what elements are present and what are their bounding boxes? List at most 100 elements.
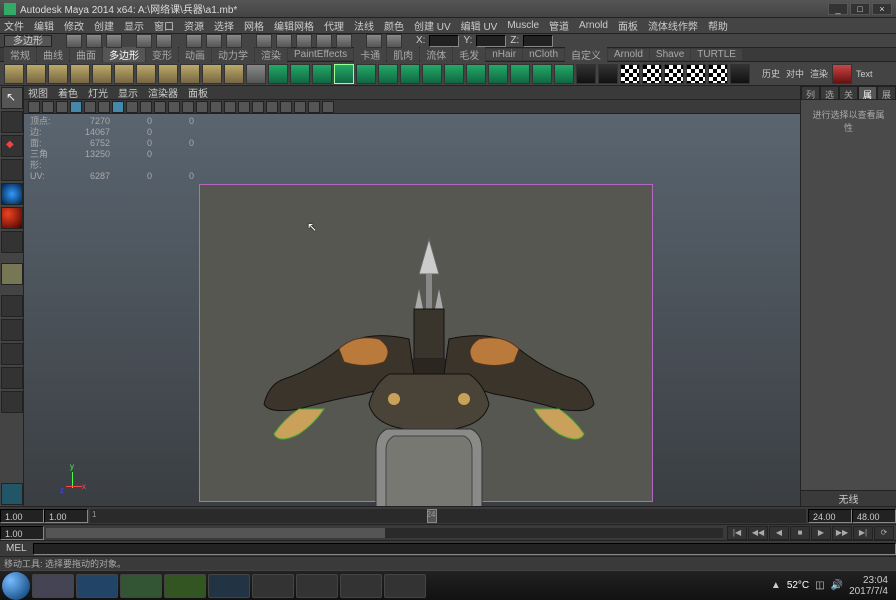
- layout-single-icon[interactable]: [1, 295, 23, 317]
- shelf-tab-pfx[interactable]: PaintEffects: [288, 49, 353, 60]
- vp-safe-icon[interactable]: [98, 101, 110, 113]
- shelf-tab-dyn[interactable]: 动力学: [212, 47, 254, 62]
- poly-separate-icon[interactable]: [290, 64, 310, 84]
- vp-menu-panels[interactable]: 面板: [188, 85, 208, 100]
- minimize-button[interactable]: _: [828, 3, 848, 15]
- poly-pipe-icon[interactable]: [180, 64, 200, 84]
- shelf-tab-nhair[interactable]: nHair: [486, 49, 522, 60]
- vp-cam-icon[interactable]: [28, 101, 40, 113]
- status-undo-icon[interactable]: [136, 34, 152, 48]
- layout-two-icon[interactable]: [1, 343, 23, 365]
- vp-menu-view[interactable]: 视图: [28, 85, 48, 100]
- menu-pipe[interactable]: 管道: [549, 18, 569, 33]
- menu-arnold[interactable]: Arnold: [579, 20, 608, 31]
- command-input[interactable]: [33, 543, 896, 555]
- status-redo-icon[interactable]: [156, 34, 172, 48]
- vp-iso-icon[interactable]: [224, 101, 236, 113]
- shelf-tab-arnold[interactable]: Arnold: [608, 49, 649, 60]
- vp-xray-icon[interactable]: [210, 101, 222, 113]
- poly-split-icon[interactable]: [444, 64, 464, 84]
- status-render-icon[interactable]: [366, 34, 382, 48]
- shelf-tab-anim[interactable]: 动画: [179, 47, 211, 62]
- range-bar[interactable]: [46, 528, 385, 538]
- poly-prism-icon[interactable]: [136, 64, 156, 84]
- coord-y-input[interactable]: [476, 35, 506, 47]
- menu-display[interactable]: 显示: [124, 18, 144, 33]
- frame-end-inner[interactable]: 24.00: [808, 509, 852, 523]
- menu-edit[interactable]: 编辑: [34, 18, 54, 33]
- poly-smooth-icon[interactable]: [488, 64, 508, 84]
- shelf-tab-muscle[interactable]: 肌肉: [387, 47, 419, 62]
- shelf-tab-curves[interactable]: 曲线: [37, 47, 69, 62]
- uv-checker5-icon[interactable]: [708, 64, 728, 84]
- menu-proxy[interactable]: 代理: [324, 18, 344, 33]
- status-selmask3-icon[interactable]: [226, 34, 242, 48]
- scale-tool-icon[interactable]: [1, 183, 23, 205]
- shelf-tab-ncloth[interactable]: nCloth: [523, 49, 564, 60]
- menu-window[interactable]: 窗口: [154, 18, 174, 33]
- vp-gate2-icon[interactable]: [308, 101, 320, 113]
- vp-lock-icon[interactable]: [322, 101, 334, 113]
- shelf-tab-fur[interactable]: 毛发: [453, 47, 485, 62]
- status-snap5-icon[interactable]: [336, 34, 352, 48]
- status-ipr-icon[interactable]: [386, 34, 402, 48]
- vp-dof-icon[interactable]: [266, 101, 278, 113]
- viewport[interactable]: 顶点:727000 边:140670 面:675200 三角形:132500 U…: [24, 114, 800, 506]
- status-selmask-icon[interactable]: [186, 34, 202, 48]
- play-back[interactable]: ◀: [769, 526, 789, 540]
- shelf-tab-shave[interactable]: Shave: [650, 49, 690, 60]
- vp-shadow-icon[interactable]: [182, 101, 194, 113]
- status-open-icon[interactable]: [86, 34, 102, 48]
- vp-menu-renderer[interactable]: 渲染器: [148, 85, 178, 100]
- menu-create[interactable]: 创建: [94, 18, 114, 33]
- vp-menu-shading[interactable]: 着色: [58, 85, 78, 100]
- menu-assets[interactable]: 资源: [184, 18, 204, 33]
- shelf-tab-turtle[interactable]: TURTLE: [691, 49, 742, 60]
- vp-menu-show[interactable]: 显示: [118, 85, 138, 100]
- poly-torus-icon[interactable]: [114, 64, 134, 84]
- status-new-icon[interactable]: [66, 34, 82, 48]
- uv-checker2-icon[interactable]: [642, 64, 662, 84]
- uv-editor-icon[interactable]: [730, 64, 750, 84]
- menu-panels[interactable]: 面板: [618, 18, 638, 33]
- task-app1-icon[interactable]: [164, 574, 206, 598]
- shelf-tab-deform[interactable]: 变形: [146, 47, 178, 62]
- status-snap4-icon[interactable]: [316, 34, 332, 48]
- poly-cylinder-icon[interactable]: [48, 64, 68, 84]
- move-tool-icon[interactable]: [1, 135, 23, 157]
- time-track[interactable]: 1 24: [90, 509, 806, 523]
- task-app4-icon[interactable]: [384, 574, 426, 598]
- poly-bevel-icon[interactable]: [400, 64, 420, 84]
- range-track[interactable]: [46, 528, 723, 538]
- task-maya-icon[interactable]: [208, 574, 250, 598]
- play-stepback[interactable]: ◀◀: [748, 526, 768, 540]
- vp-tex-icon[interactable]: [154, 101, 166, 113]
- vp-light-icon[interactable]: [168, 101, 180, 113]
- menu-mesh[interactable]: 网格: [244, 18, 264, 33]
- frame-start-inner[interactable]: 1.00: [44, 509, 88, 523]
- poly-collapse-icon[interactable]: [532, 64, 552, 84]
- play-stop[interactable]: ■: [790, 526, 810, 540]
- maximize-button[interactable]: □: [850, 3, 870, 15]
- status-snap1-icon[interactable]: [256, 34, 272, 48]
- layout-persp-icon[interactable]: [1, 483, 23, 505]
- poly-helix-icon[interactable]: [202, 64, 222, 84]
- poly-merge-icon[interactable]: [510, 64, 530, 84]
- task-app3-icon[interactable]: [340, 574, 382, 598]
- close-button[interactable]: ×: [872, 3, 892, 15]
- sculpt2-icon[interactable]: [598, 64, 618, 84]
- play-gostart[interactable]: |◀: [727, 526, 747, 540]
- poly-cube-icon[interactable]: [26, 64, 46, 84]
- vp-msaa-icon[interactable]: [252, 101, 264, 113]
- status-save-icon[interactable]: [106, 34, 122, 48]
- select-tool-icon[interactable]: [1, 87, 23, 109]
- rotate-tool-icon[interactable]: [1, 159, 23, 181]
- poly-cone-icon[interactable]: [70, 64, 90, 84]
- menu-color[interactable]: 颜色: [384, 18, 404, 33]
- task-explorer-icon[interactable]: [32, 574, 74, 598]
- poly-soccer-icon[interactable]: [224, 64, 244, 84]
- play-loop[interactable]: ⟳: [874, 526, 894, 540]
- poly-sphere-icon[interactable]: [4, 64, 24, 84]
- rtab-attrs[interactable]: 属性: [858, 86, 877, 100]
- show-manip-icon[interactable]: [1, 231, 23, 253]
